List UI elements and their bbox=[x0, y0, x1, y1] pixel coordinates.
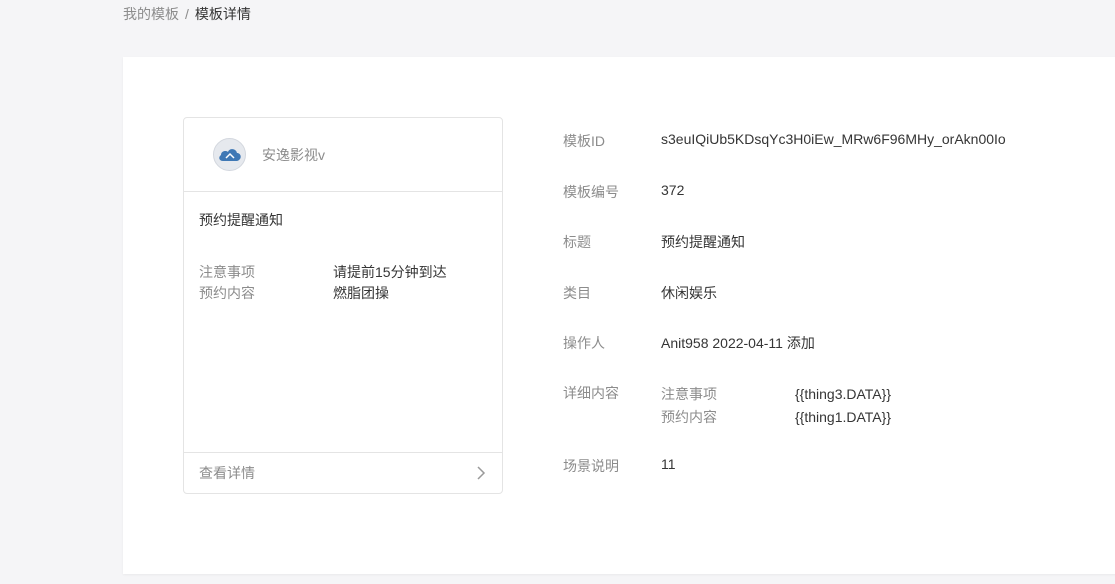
scene-value: 11 bbox=[661, 456, 676, 472]
title-value: 预约提醒通知 bbox=[661, 234, 745, 250]
preview-field-key: 注意事项 bbox=[199, 264, 255, 280]
detail-label: 模板编号 bbox=[563, 184, 619, 200]
content-field-value: {{thing3.DATA}} bbox=[795, 386, 891, 402]
preview-field-value: 请提前15分钟到达 bbox=[333, 264, 447, 280]
detail-row-operator: 操作人 Anit958 2022-04-11 添加 bbox=[563, 333, 1083, 383]
operator-value: Anit958 2022-04-11 添加 bbox=[661, 335, 815, 351]
detail-row-scene: 场景说明 11 bbox=[563, 456, 1083, 496]
view-details-link[interactable]: 查看详情 bbox=[184, 452, 502, 493]
cloud-icon bbox=[218, 148, 241, 161]
preview-field-row: 预约内容 燃脂团操 bbox=[199, 283, 489, 304]
content-field-row: 注意事项 {{thing3.DATA}} bbox=[661, 383, 891, 406]
breadcrumb-my-templates[interactable]: 我的模板 bbox=[123, 6, 179, 22]
content-field-value: {{thing1.DATA}} bbox=[795, 409, 891, 425]
content-field-list: 注意事项 {{thing3.DATA}} 预约内容 {{thing1.DATA}… bbox=[661, 383, 891, 456]
template-preview-card: 安逸影视v 预约提醒通知 注意事项 请提前15分钟到达 预约内容 燃脂团操 查看… bbox=[183, 117, 503, 494]
chevron-right-icon bbox=[477, 466, 486, 480]
detail-label: 标题 bbox=[563, 234, 591, 250]
preview-field-key: 预约内容 bbox=[199, 285, 255, 301]
breadcrumb-current: 模板详情 bbox=[194, 6, 251, 22]
detail-label: 操作人 bbox=[563, 335, 605, 351]
template-details: 模板ID s3euIQiUb5KDsqYc3H0iEw_MRw6F96MHy_o… bbox=[563, 131, 1083, 496]
content-field-key: 预约内容 bbox=[661, 409, 717, 425]
preview-title: 预约提醒通知 bbox=[199, 212, 283, 228]
detail-label: 详细内容 bbox=[563, 385, 619, 401]
detail-row-content: 详细内容 注意事项 {{thing3.DATA}} 预约内容 {{thing1.… bbox=[563, 383, 1083, 456]
content-field-key: 注意事项 bbox=[661, 386, 717, 402]
preview-card-header: 安逸影视v bbox=[184, 118, 502, 192]
template-id-value: s3euIQiUb5KDsqYc3H0iEw_MRw6F96MHy_orAkn0… bbox=[661, 131, 1006, 147]
view-details-label: 查看详情 bbox=[199, 465, 255, 481]
preview-field-list: 注意事项 请提前15分钟到达 预约内容 燃脂团操 bbox=[199, 262, 489, 304]
template-detail-panel: 安逸影视v 预约提醒通知 注意事项 请提前15分钟到达 预约内容 燃脂团操 查看… bbox=[123, 57, 1115, 574]
template-number-value: 372 bbox=[661, 182, 685, 198]
detail-row-template-id: 模板ID s3euIQiUb5KDsqYc3H0iEw_MRw6F96MHy_o… bbox=[563, 131, 1083, 182]
category-value: 休闲娱乐 bbox=[661, 285, 717, 301]
account-name: 安逸影视v bbox=[262, 146, 325, 163]
detail-row-category: 类目 休闲娱乐 bbox=[563, 283, 1083, 333]
breadcrumb-separator: / bbox=[185, 6, 189, 22]
preview-field-value: 燃脂团操 bbox=[333, 285, 389, 301]
detail-label: 模板ID bbox=[563, 133, 605, 149]
breadcrumb: 我的模板 / 模板详情 bbox=[123, 5, 251, 23]
avatar bbox=[213, 138, 246, 171]
detail-label: 场景说明 bbox=[563, 458, 619, 474]
detail-row-template-number: 模板编号 372 bbox=[563, 182, 1083, 232]
detail-row-title: 标题 预约提醒通知 bbox=[563, 232, 1083, 283]
preview-field-row: 注意事项 请提前15分钟到达 bbox=[199, 262, 489, 283]
content-field-row: 预约内容 {{thing1.DATA}} bbox=[661, 406, 891, 429]
detail-label: 类目 bbox=[563, 285, 591, 301]
